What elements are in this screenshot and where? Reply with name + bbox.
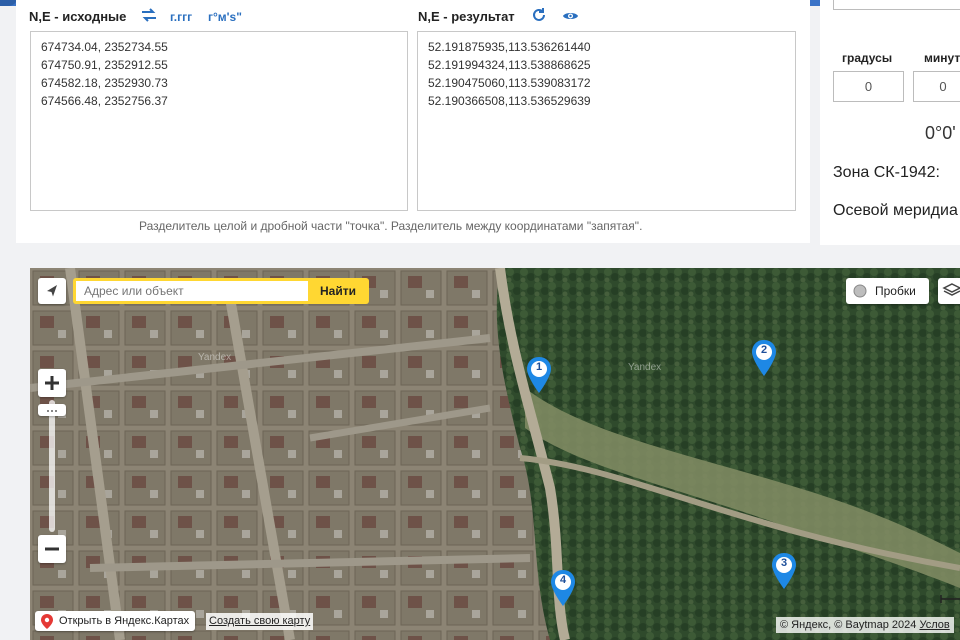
meridian-label: Осевой меридиа — [833, 202, 958, 219]
result-coordinates-textarea[interactable]: 52.191875935,113.536261440 52.191994324,… — [417, 31, 796, 211]
separator-hint: Разделитель целой и дробной части "точка… — [139, 219, 643, 233]
layers-button[interactable] — [938, 278, 960, 304]
marker-label: 4 — [559, 574, 567, 586]
refresh-icon[interactable] — [531, 7, 547, 28]
marker-label: 1 — [535, 361, 543, 373]
zoom-slider-handle[interactable] — [38, 404, 66, 416]
zoom-in-button[interactable] — [38, 369, 66, 397]
map-search-input[interactable] — [76, 281, 308, 301]
eye-icon[interactable] — [562, 9, 579, 27]
plus-icon — [45, 376, 59, 390]
open-in-yandex-label: Открыть в Яндекс.Картах — [59, 615, 190, 627]
copyright-text: © Яндекс, © Baytmap 2024 — [780, 619, 917, 631]
scale-ruler-icon — [940, 595, 960, 603]
marker-label: 2 — [760, 344, 768, 356]
degrees-input[interactable]: 0 — [833, 71, 904, 102]
result-title: N,E - результат — [418, 9, 515, 24]
layers-icon — [942, 283, 960, 296]
result-line: 52.191994324,113.538868625 — [428, 58, 591, 72]
traffic-light-icon — [853, 284, 867, 298]
input-title: N,E - исходные — [29, 9, 127, 24]
degrees-label: градусы — [842, 51, 893, 65]
result-line: 52.191875935,113.536261440 — [428, 40, 591, 54]
map-watermark: Yandex — [628, 362, 662, 373]
open-in-yandex-link[interactable]: Открыть в Яндекс.Картах — [35, 611, 196, 631]
input-line: 674734.04, 2352734.55 — [41, 40, 168, 54]
map-marker-4[interactable]: 4 — [550, 569, 576, 607]
input-coordinates-textarea[interactable]: 674734.04, 2352734.55 674750.91, 2352912… — [30, 31, 408, 211]
input-line: 674566.48, 2352756.37 — [41, 94, 168, 108]
zoom-out-button[interactable] — [38, 535, 66, 563]
navigation-arrow-icon — [47, 285, 57, 297]
format-dms-link[interactable]: г°м's" — [208, 10, 242, 24]
swap-icon[interactable] — [141, 8, 157, 27]
marker-label: 3 — [780, 557, 788, 569]
traffic-label: Пробки — [875, 284, 916, 298]
map-marker-3[interactable]: 3 — [771, 552, 797, 590]
map-marker-1[interactable]: 1 — [526, 356, 552, 394]
input-line: 674582.18, 2352930.73 — [41, 76, 168, 90]
side-top-input[interactable] — [833, 0, 960, 10]
minutes-label: минут — [924, 51, 960, 65]
location-pin-icon — [41, 614, 53, 629]
create-map-link[interactable]: Создать свою карту — [206, 613, 314, 630]
result-line: 52.190366508,113.536529639 — [428, 94, 591, 108]
traffic-button[interactable]: Пробки — [846, 278, 929, 304]
locate-button[interactable] — [38, 278, 66, 304]
minus-icon — [45, 547, 59, 551]
map-copyright: © Яндекс, © Baytmap 2024 Услов — [776, 617, 954, 633]
terms-link[interactable]: Услов — [919, 619, 949, 631]
map-search-button[interactable]: Найти — [310, 281, 366, 301]
result-line: 52.190475060,113.539083172 — [428, 76, 591, 90]
map-marker-2[interactable]: 2 — [751, 339, 777, 377]
map-watermark: Yandex — [198, 352, 232, 363]
satellite-imagery — [30, 268, 960, 640]
minutes-input[interactable]: 0 — [913, 71, 960, 102]
format-decimal-link[interactable]: г.ггг — [170, 10, 192, 24]
satellite-map[interactable] — [30, 268, 960, 640]
zoom-slider-track[interactable] — [49, 400, 55, 532]
dms-display: 0°0' — [925, 123, 956, 143]
zone-label: Зона СК-1942: — [833, 164, 940, 181]
input-line: 674750.91, 2352912.55 — [41, 58, 168, 72]
